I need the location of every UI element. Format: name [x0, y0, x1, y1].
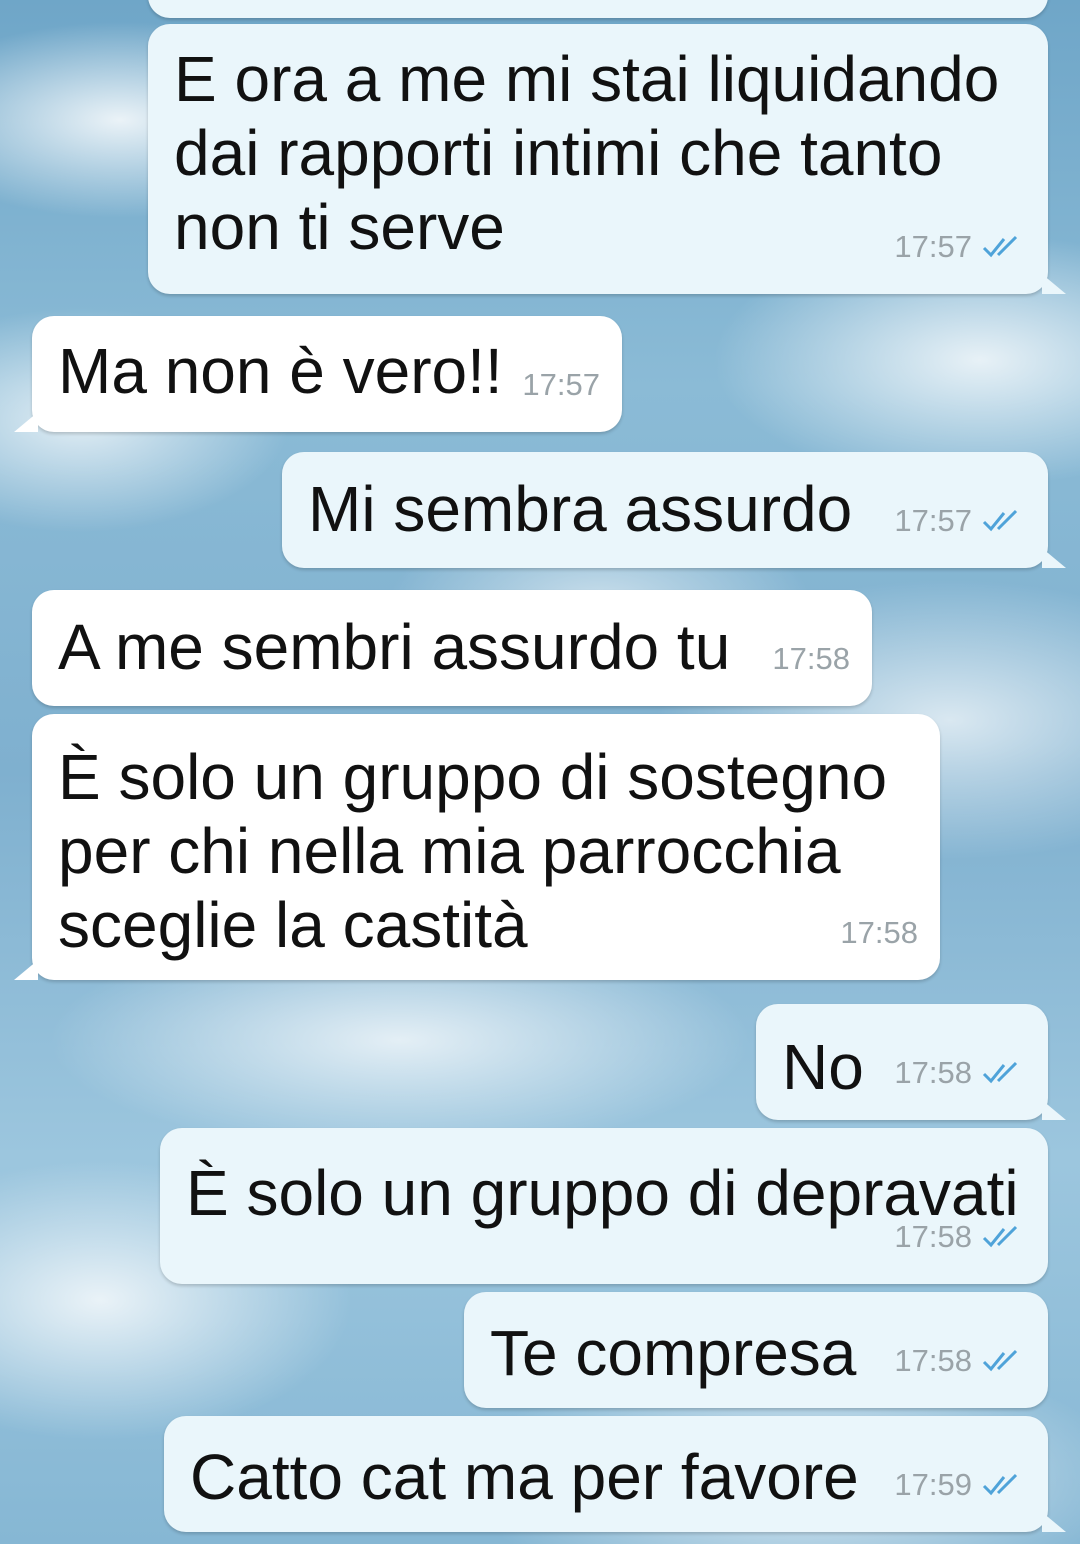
- message-text: È solo un gruppo di sostegno per chi nel…: [58, 741, 888, 961]
- message-time: 17:58: [840, 915, 918, 950]
- message-bubble-incoming[interactable]: Ma non è vero!! 17:57: [14, 316, 622, 432]
- message-time: 17:58: [894, 1219, 972, 1254]
- message-time: 17:57: [522, 367, 600, 402]
- message-meta: 17:57: [522, 348, 600, 422]
- message-bubble-outgoing[interactable]: Te compresa 17:58: [464, 1292, 1048, 1408]
- double-check-icon: [982, 1061, 1018, 1084]
- message-text: Mi sembra assurdo: [308, 473, 853, 545]
- message-meta: 17:57: [894, 210, 1026, 284]
- message-bubble-outgoing[interactable]: Mi sembra assurdo 17:57: [282, 452, 1066, 568]
- message-meta: 17:59: [894, 1448, 1026, 1522]
- message-text: Ma non è vero!!: [58, 335, 503, 407]
- message-meta: 17:57: [894, 484, 1026, 558]
- double-check-icon: [982, 235, 1018, 258]
- message-time: 17:57: [894, 503, 972, 538]
- message-time: 17:58: [894, 1055, 972, 1090]
- message-meta: 17:58: [840, 896, 918, 970]
- message-time: 17:58: [894, 1343, 972, 1378]
- message-bubble-outgoing[interactable]: E ora a me mi stai liquidando dai rappor…: [148, 24, 1066, 294]
- double-check-icon: [982, 509, 1018, 532]
- message-bubble-outgoing[interactable]: No 17:58: [756, 1004, 1066, 1120]
- previous-message-bubble: [148, 0, 1048, 18]
- message-meta: 17:58: [894, 1200, 1026, 1274]
- double-check-icon: [982, 1473, 1018, 1496]
- message-text: Catto cat ma per favore: [190, 1441, 859, 1513]
- message-bubble-outgoing[interactable]: È solo un gruppo di depravati 17:58: [160, 1128, 1048, 1284]
- message-time: 17:57: [894, 229, 972, 264]
- message-meta: 17:58: [894, 1324, 1026, 1398]
- message-time: 17:59: [894, 1467, 972, 1502]
- message-meta: 17:58: [772, 622, 850, 696]
- message-bubble-outgoing[interactable]: Catto cat ma per favore 17:59: [164, 1416, 1066, 1532]
- message-bubble-incoming[interactable]: È solo un gruppo di sostegno per chi nel…: [14, 714, 940, 980]
- message-text: No: [782, 1031, 864, 1103]
- message-time: 17:58: [772, 641, 850, 676]
- message-bubble-incoming[interactable]: A me sembri assurdo tu 17:58: [32, 590, 872, 706]
- double-check-icon: [982, 1349, 1018, 1372]
- message-text: A me sembri assurdo tu: [58, 611, 731, 683]
- message-text: E ora a me mi stai liquidando dai rappor…: [174, 43, 1000, 263]
- double-check-icon: [982, 1225, 1018, 1248]
- message-text: Te compresa: [490, 1317, 857, 1389]
- message-meta: 17:58: [894, 1036, 1026, 1110]
